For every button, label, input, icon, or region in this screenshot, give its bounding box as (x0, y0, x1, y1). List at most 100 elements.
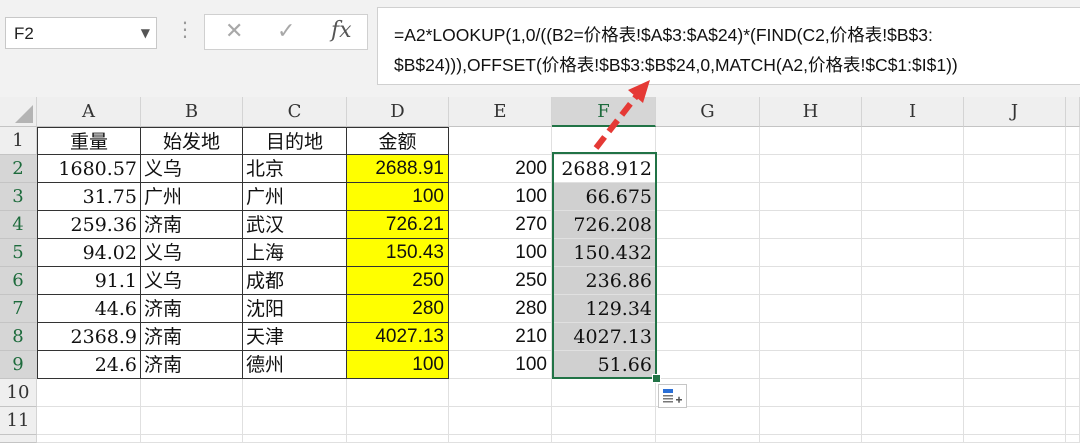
cell[interactable] (1066, 323, 1080, 351)
column-header-c[interactable]: C (243, 97, 347, 127)
cell[interactable] (37, 379, 141, 407)
cell[interactable] (964, 379, 1066, 407)
cell[interactable] (1066, 379, 1080, 407)
cell-b3[interactable]: 广州 (141, 183, 243, 211)
row-header-6[interactable]: 6 (0, 267, 37, 295)
cell-d2[interactable]: 2688.91 (347, 155, 449, 183)
cell-f6[interactable]: 236.86 (552, 267, 656, 295)
cell[interactable] (862, 407, 964, 435)
cell[interactable] (964, 183, 1066, 211)
cell[interactable] (1066, 127, 1080, 155)
cell[interactable] (760, 435, 862, 443)
cell-f4[interactable]: 726.208 (552, 211, 656, 239)
header-cell-d[interactable]: 金额 (347, 127, 449, 155)
cell-e2[interactable]: 200 (449, 155, 552, 183)
row-header-2[interactable]: 2 (0, 155, 37, 183)
formula-input[interactable]: =A2*LOOKUP(1,0/((B2=价格表!$A$3:$A$24)*(FIN… (377, 7, 1080, 85)
column-header-g[interactable]: G (656, 97, 760, 127)
cell[interactable] (862, 267, 964, 295)
cell[interactable] (862, 379, 964, 407)
cell-e6[interactable]: 250 (449, 267, 552, 295)
header-cell-a[interactable]: 重量 (37, 127, 141, 155)
fill-handle[interactable] (652, 374, 661, 383)
cell[interactable] (862, 323, 964, 351)
cell[interactable] (760, 211, 862, 239)
cell-b7[interactable]: 济南 (141, 295, 243, 323)
cell-f8[interactable]: 4027.13 (552, 323, 656, 351)
cell[interactable] (141, 407, 243, 435)
cell[interactable] (656, 239, 760, 267)
cell[interactable] (964, 407, 1066, 435)
row-header-9[interactable]: 9 (0, 351, 37, 379)
insert-function-icon[interactable]: fx (331, 18, 352, 43)
cell[interactable] (760, 295, 862, 323)
cell[interactable] (964, 155, 1066, 183)
cell-a7[interactable]: 44.6 (37, 295, 141, 323)
cell[interactable] (243, 379, 347, 407)
cell[interactable] (656, 127, 760, 155)
cell[interactable] (449, 435, 552, 443)
cell[interactable] (656, 211, 760, 239)
cell-a3[interactable]: 31.75 (37, 183, 141, 211)
cell[interactable] (141, 379, 243, 407)
cell-a5[interactable]: 94.02 (37, 239, 141, 267)
cell[interactable] (760, 127, 862, 155)
cell-c8[interactable]: 天津 (243, 323, 347, 351)
cell[interactable] (656, 351, 760, 379)
row-header-11[interactable]: 11 (0, 407, 37, 435)
cell-b2[interactable]: 义乌 (141, 155, 243, 183)
cell[interactable] (656, 155, 760, 183)
cell[interactable] (1066, 183, 1080, 211)
cell[interactable] (862, 295, 964, 323)
cell[interactable] (449, 379, 552, 407)
cell[interactable] (1066, 155, 1080, 183)
cell-c3[interactable]: 广州 (243, 183, 347, 211)
cell-e4[interactable]: 270 (449, 211, 552, 239)
cell[interactable] (656, 267, 760, 295)
cell[interactable] (760, 351, 862, 379)
cell[interactable] (1066, 435, 1080, 443)
cell-d3[interactable]: 100 (347, 183, 449, 211)
name-box[interactable]: F2 ▼ (5, 17, 157, 49)
header-cell-c[interactable]: 目的地 (243, 127, 347, 155)
cell-b8[interactable]: 济南 (141, 323, 243, 351)
row-header-3[interactable]: 3 (0, 183, 37, 211)
cell-c6[interactable]: 成都 (243, 267, 347, 295)
chevron-down-icon[interactable]: ▼ (141, 26, 150, 40)
cell-b5[interactable]: 义乌 (141, 239, 243, 267)
cell-c2[interactable]: 北京 (243, 155, 347, 183)
row-header-5[interactable]: 5 (0, 239, 37, 267)
column-header-i[interactable]: I (862, 97, 964, 127)
cell[interactable] (760, 407, 862, 435)
cell-f9[interactable]: 51.66 (552, 351, 656, 379)
cell[interactable] (141, 435, 243, 443)
cell[interactable] (37, 435, 141, 443)
cell-f5[interactable]: 150.432 (552, 239, 656, 267)
cell[interactable] (347, 407, 449, 435)
cell-d4[interactable]: 726.21 (347, 211, 449, 239)
cell[interactable] (862, 351, 964, 379)
cell-a6[interactable]: 91.1 (37, 267, 141, 295)
cell[interactable] (1066, 267, 1080, 295)
cell[interactable] (656, 435, 760, 443)
cell-a8[interactable]: 2368.9 (37, 323, 141, 351)
cell-c9[interactable]: 德州 (243, 351, 347, 379)
cell[interactable] (862, 183, 964, 211)
column-header-h[interactable]: H (760, 97, 862, 127)
cell-b9[interactable]: 济南 (141, 351, 243, 379)
cell-f2[interactable]: 2688.912 (552, 155, 656, 183)
quick-analysis-button[interactable] (658, 384, 687, 408)
row-header-7[interactable]: 7 (0, 295, 37, 323)
cell-b6[interactable]: 义乌 (141, 267, 243, 295)
column-header-next[interactable] (1066, 97, 1080, 127)
cell[interactable] (449, 127, 552, 155)
cell-d7[interactable]: 280 (347, 295, 449, 323)
cell[interactable] (964, 351, 1066, 379)
cell[interactable] (862, 239, 964, 267)
column-header-e[interactable]: E (449, 97, 552, 127)
more-options-icon[interactable]: ⋮ (175, 19, 195, 39)
cell-d8[interactable]: 4027.13 (347, 323, 449, 351)
cell[interactable] (964, 295, 1066, 323)
row-header-4[interactable]: 4 (0, 211, 37, 239)
cell[interactable] (964, 323, 1066, 351)
